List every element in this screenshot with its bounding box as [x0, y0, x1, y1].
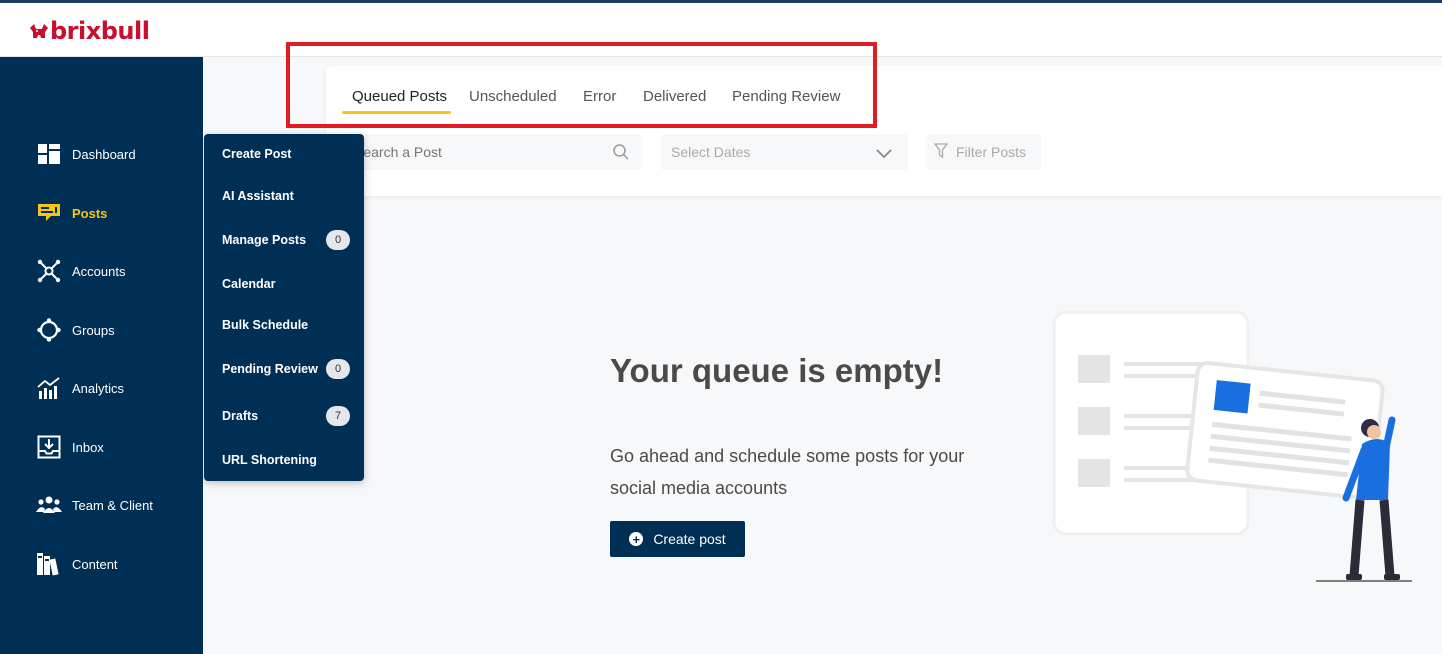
- sidebar-item-posts[interactable]: Posts: [36, 200, 107, 226]
- groups-icon: [36, 317, 62, 343]
- submenu-item-label: Manage Posts: [222, 233, 307, 247]
- analytics-icon: [36, 375, 62, 401]
- date-range-placeholder: Select Dates: [671, 144, 751, 160]
- sidebar-item-groups[interactable]: Groups: [36, 317, 115, 343]
- tabs-highlight-annotation: [286, 42, 877, 128]
- submenu-item-label: Drafts: [222, 409, 259, 423]
- submenu-item-pending-review[interactable]: Pending Review 0: [222, 357, 350, 381]
- sidebar-item-label: Inbox: [72, 439, 104, 455]
- submenu-item-calendar[interactable]: Calendar: [222, 272, 350, 296]
- count-badge: 0: [326, 230, 350, 250]
- submenu-item-label: URL Shortening: [222, 453, 317, 467]
- team-icon: [36, 492, 62, 518]
- sidebar-item-analytics[interactable]: Analytics: [36, 375, 124, 401]
- brand-logo[interactable]: brixbull: [28, 17, 150, 45]
- submenu-item-label: AI Assistant: [222, 189, 294, 203]
- chevron-down-icon: [866, 146, 892, 162]
- submenu-item-create-post[interactable]: Create Post: [222, 142, 350, 166]
- posts-submenu: Create Post AI Assistant Manage Posts 0 …: [204, 134, 364, 481]
- submenu-item-label: Pending Review: [222, 362, 318, 376]
- plus-circle-icon: +: [629, 532, 644, 546]
- sidebar-item-team-client[interactable]: Team & Client: [36, 492, 153, 518]
- sidebar-item-label: Posts: [72, 205, 108, 221]
- accounts-icon: [36, 258, 62, 284]
- submenu-item-label: Calendar: [222, 277, 276, 291]
- sidebar-item-label: Dashboard: [72, 146, 136, 162]
- submenu-item-url-shortening[interactable]: URL Shortening: [222, 448, 350, 472]
- sidebar-item-dashboard[interactable]: Dashboard: [36, 141, 136, 167]
- count-badge: 0: [326, 359, 350, 379]
- create-post-button[interactable]: + Create post: [610, 521, 745, 557]
- search-box[interactable]: [350, 134, 642, 170]
- empty-state-description: Go ahead and schedule some posts for you…: [610, 446, 965, 498]
- filter-posts-button[interactable]: Filter Posts: [926, 134, 1041, 170]
- submenu-item-drafts[interactable]: Drafts 7: [222, 404, 350, 428]
- filter-posts-label: Filter Posts: [956, 144, 1027, 160]
- search-icon[interactable]: [612, 143, 630, 166]
- sidebar-item-label: Groups: [72, 322, 115, 338]
- content-icon: [36, 551, 62, 577]
- inbox-icon: [36, 434, 62, 460]
- submenu-item-label: Create Post: [222, 147, 292, 161]
- sidebar-item-label: Content: [72, 556, 118, 572]
- brand-name: brixbull: [50, 17, 150, 45]
- submenu-item-bulk-schedule[interactable]: Bulk Schedule: [222, 313, 350, 337]
- submenu-item-manage-posts[interactable]: Manage Posts 0: [222, 228, 350, 252]
- sidebar-item-label: Accounts: [72, 263, 126, 279]
- empty-queue-illustration: [1052, 310, 1412, 582]
- sidebar: Dashboard Posts Accounts Groups Analytic…: [0, 57, 203, 654]
- count-badge: 7: [326, 406, 350, 426]
- search-input[interactable]: [350, 143, 606, 161]
- create-post-label: Create post: [653, 531, 726, 547]
- dashboard-icon: [36, 141, 62, 167]
- submenu-item-ai-assistant[interactable]: AI Assistant: [222, 184, 350, 208]
- sidebar-item-label: Team & Client: [72, 497, 153, 513]
- empty-state-title: Your queue is empty!: [610, 352, 944, 389]
- sidebar-item-accounts[interactable]: Accounts: [36, 258, 125, 284]
- filter-icon: [933, 142, 949, 162]
- date-range-select[interactable]: Select Dates: [661, 134, 908, 170]
- sidebar-item-label: Analytics: [72, 380, 125, 396]
- submenu-item-label: Bulk Schedule: [222, 318, 309, 332]
- sidebar-item-content[interactable]: Content: [36, 551, 118, 577]
- bull-icon: [30, 24, 48, 38]
- posts-icon: [36, 200, 62, 226]
- sidebar-item-inbox[interactable]: Inbox: [36, 434, 104, 460]
